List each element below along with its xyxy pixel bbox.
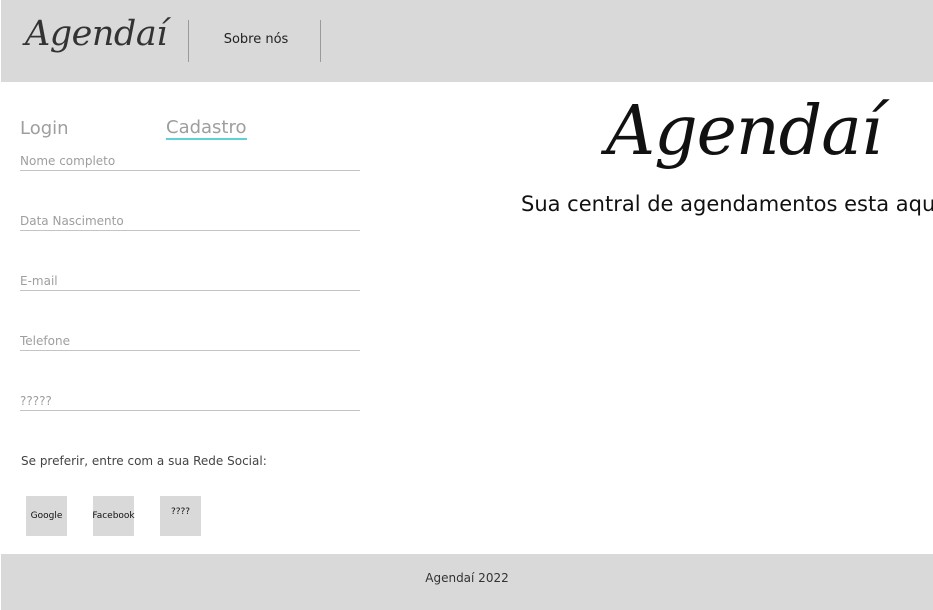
phone-field[interactable] [20,327,360,351]
birth-date-input[interactable] [20,207,360,230]
tab-login[interactable]: Login [20,118,69,139]
header-divider [320,20,321,62]
nav-about-link[interactable]: Sobre nós [201,32,311,47]
email-field[interactable] [20,267,360,291]
facebook-login-button[interactable]: Facebook [92,496,135,536]
hero-tagline: Sua central de agendamentos esta aqui [521,192,933,216]
header-divider [188,20,189,62]
phone-input[interactable] [20,327,360,350]
email-input[interactable] [20,267,360,290]
hero-logo: Agendaí [606,92,883,171]
other-social-login-button[interactable]: ???? [160,496,201,536]
google-login-button[interactable]: Google [26,496,67,536]
header-logo[interactable]: Agendaí [25,14,167,54]
tab-register[interactable]: Cadastro [166,118,247,140]
extra-input[interactable] [20,387,360,410]
extra-field[interactable] [20,387,360,411]
footer-bar: Agendaí 2022 [1,554,933,610]
header-bar: Agendaí Sobre nós [1,0,933,82]
social-login-prompt: Se preferir, entre com a sua Rede Social… [21,454,267,468]
full-name-input[interactable] [20,147,360,170]
footer-text: Agendaí 2022 [425,571,509,585]
birth-date-field[interactable] [20,207,360,231]
full-name-field[interactable] [20,147,360,171]
